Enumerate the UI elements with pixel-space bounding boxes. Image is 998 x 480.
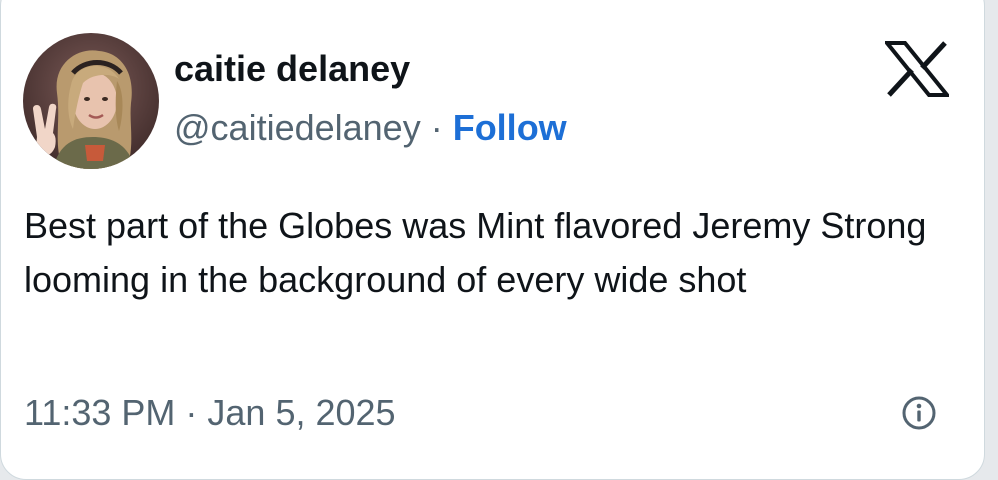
tweet-card: caitie delaney @caitiedelaney · Follow Bes…	[0, 0, 985, 480]
avatar[interactable]	[23, 33, 159, 169]
timestamp[interactable]: 11:33 PM · Jan 5, 2025	[24, 391, 396, 435]
display-name[interactable]: caitie delaney	[174, 47, 410, 91]
tweet-text: Best part of the Globes was Mint flavore…	[24, 205, 927, 300]
avatar-image	[23, 33, 159, 169]
handle[interactable]: @caitiedelaney	[174, 106, 421, 150]
handle-row: @caitiedelaney · Follow	[174, 106, 567, 150]
follow-button[interactable]: Follow	[453, 106, 567, 150]
x-logo-icon[interactable]	[885, 41, 949, 97]
separator: ·	[430, 107, 443, 148]
info-icon[interactable]	[901, 395, 937, 431]
